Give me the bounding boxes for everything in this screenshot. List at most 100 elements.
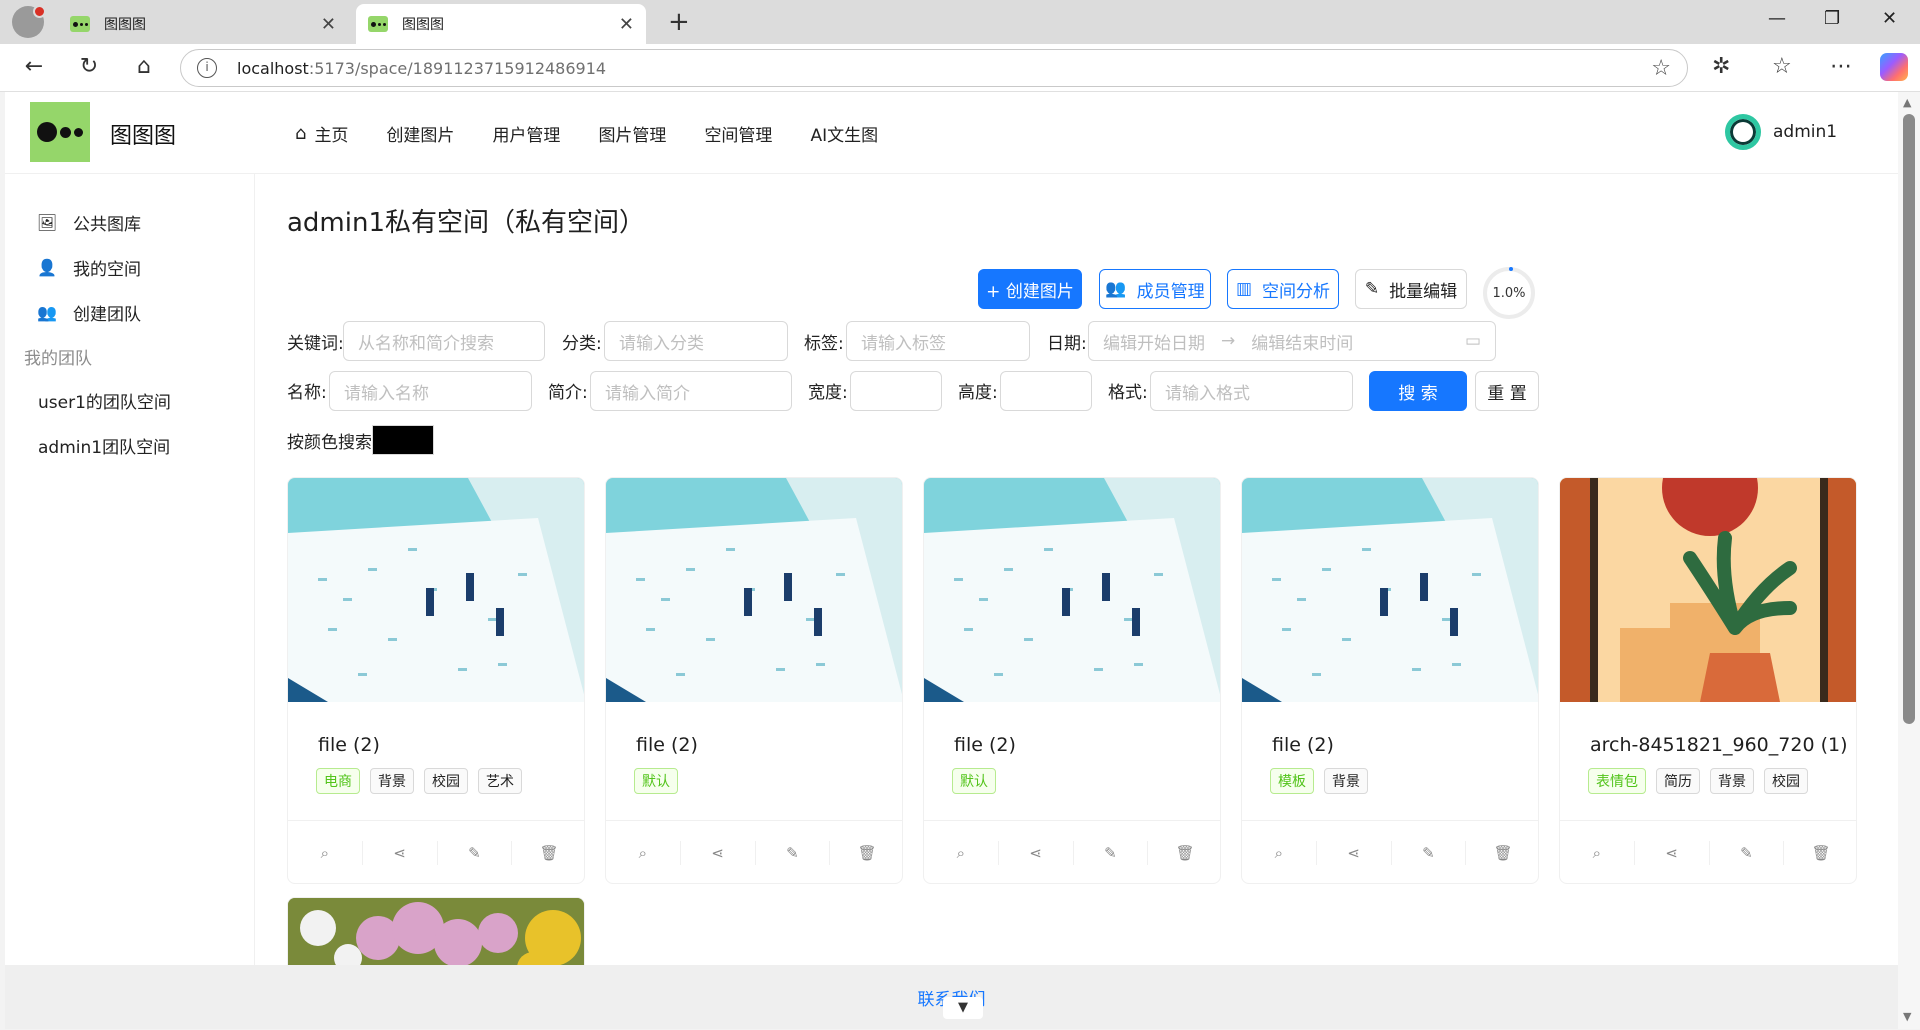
search-icon[interactable]: ⌕ (1560, 841, 1635, 865)
date-end-input[interactable]: 编辑结束时间 (1251, 329, 1353, 354)
format-input[interactable]: 请输入格式 (1150, 371, 1353, 411)
minimize-icon[interactable]: — (1768, 8, 1786, 29)
site-info-icon[interactable]: i (197, 58, 217, 78)
picture-thumbnail[interactable] (1242, 478, 1538, 702)
restore-icon[interactable]: ❐ (1824, 8, 1840, 29)
user-icon: 👤 (37, 258, 57, 277)
edit-icon[interactable]: ✎ (438, 841, 513, 865)
share-icon[interactable]: ⋖ (363, 841, 438, 865)
width-input[interactable] (850, 371, 942, 411)
search-button[interactable]: 搜 索 (1369, 371, 1467, 411)
user-menu[interactable]: admin1 (1725, 114, 1837, 150)
name-input[interactable]: 请输入名称 (329, 371, 532, 411)
picture-card[interactable]: file (2) 默认 ⌕ ⋖ ✎ 🗑 (923, 477, 1221, 884)
calendar-icon: ▭ (1464, 331, 1481, 351)
scroll-down-arrow-icon[interactable]: ▼ (1903, 1010, 1911, 1023)
address-bar[interactable]: i localhost :5173/space/1891123715912486… (180, 49, 1688, 87)
picture-card[interactable]: file (2) 模板 背景 ⌕ ⋖ ✎ 🗑 (1241, 477, 1539, 884)
extensions-icon[interactable]: ✲ (1712, 54, 1730, 79)
tag: 艺术 (478, 768, 522, 794)
date-range-picker[interactable]: 编辑开始日期 → 编辑结束时间 ▭ (1088, 321, 1496, 361)
picture-thumbnail[interactable] (606, 478, 902, 702)
site-name[interactable]: 图图图 (110, 118, 176, 150)
close-window-icon[interactable]: ✕ (1882, 8, 1897, 29)
share-icon[interactable]: ⋖ (999, 841, 1074, 865)
avatar (1725, 114, 1761, 150)
menu-item-ai-generate[interactable]: AI文生图 (810, 121, 878, 146)
delete-icon[interactable]: 🗑 (1466, 841, 1538, 865)
picture-thumbnail[interactable] (924, 478, 1220, 702)
search-icon[interactable]: ⌕ (606, 841, 681, 865)
new-tab-icon[interactable]: + (668, 7, 690, 37)
sidebar-item-public-gallery[interactable]: 🖼 公共图库 (35, 210, 141, 235)
reset-button[interactable]: 重 置 (1475, 371, 1539, 411)
picture-tags: 模板 背景 (1270, 768, 1368, 794)
sidebar-item-team-user1[interactable]: user1的团队空间 (38, 388, 171, 413)
site-logo[interactable] (30, 102, 90, 162)
menu-item-user-manage[interactable]: 用户管理 (492, 121, 560, 146)
sidebar-item-my-space[interactable]: 👤 我的空间 (35, 255, 141, 280)
favorites-icon[interactable]: ☆ (1772, 54, 1792, 79)
picture-card[interactable]: file (2) 电商 背景 校园 艺术 ⌕ ⋖ ✎ 🗑 (287, 477, 585, 884)
search-icon[interactable]: ⌕ (288, 841, 363, 865)
intro-label: 简介: (548, 383, 588, 403)
picture-thumbnail[interactable] (288, 478, 584, 702)
tab-close-icon[interactable]: ✕ (321, 14, 336, 35)
copilot-icon[interactable] (1880, 53, 1908, 81)
height-label: 高度: (958, 383, 998, 403)
site-favicon-icon (368, 16, 388, 32)
home-icon[interactable]: ⌂ (130, 54, 158, 79)
browser-tab-1[interactable]: 图图图 ✕ (58, 4, 348, 44)
menu-item-picture-manage[interactable]: 图片管理 (598, 121, 666, 146)
tag: 校园 (424, 768, 468, 794)
edit-icon[interactable]: ✎ (756, 841, 831, 865)
delete-icon[interactable]: 🗑 (512, 841, 584, 865)
menu-item-space-manage[interactable]: 空间管理 (704, 121, 772, 146)
reload-icon[interactable]: ↻ (75, 54, 103, 79)
search-icon[interactable]: ⌕ (1242, 841, 1317, 865)
picture-name: arch-8451821_960_720 (1) (1590, 734, 1848, 756)
member-manage-button[interactable]: 👥 成员管理 (1099, 269, 1211, 309)
delete-icon[interactable]: 🗑 (1148, 841, 1220, 865)
back-icon[interactable]: ← (20, 54, 48, 79)
profile-avatar-icon[interactable] (12, 5, 46, 38)
create-picture-button[interactable]: + 创建图片 (978, 269, 1082, 309)
search-icon[interactable]: ⌕ (924, 841, 999, 865)
sidebar-item-label: 公共图库 (73, 215, 141, 235)
scroll-up-arrow-icon[interactable]: ▲ (1903, 96, 1911, 109)
sidebar-item-team-admin1[interactable]: admin1团队空间 (38, 433, 170, 458)
edit-icon[interactable]: ✎ (1392, 841, 1467, 865)
picture-card[interactable]: file (2) 默认 ⌕ ⋖ ✎ 🗑 (605, 477, 903, 884)
share-icon[interactable]: ⋖ (1635, 841, 1710, 865)
color-picker-swatch[interactable] (372, 425, 434, 455)
space-analyze-button[interactable]: ▥ 空间分析 (1227, 269, 1339, 309)
menu-item-create-picture[interactable]: 创建图片 (386, 121, 454, 146)
tab-title: 图图图 (104, 17, 146, 33)
category-select[interactable]: 请输入分类 (604, 321, 788, 361)
keyword-input[interactable]: 从名称和简介搜索 (343, 321, 545, 361)
date-start-input[interactable]: 编辑开始日期 (1103, 329, 1205, 354)
browser-tab-2[interactable]: 图图图 ✕ (356, 4, 646, 44)
more-menu-icon[interactable]: ⋯ (1830, 54, 1852, 79)
team-icon: 👥 (1105, 279, 1127, 299)
picture-thumbnail[interactable] (1560, 478, 1856, 702)
scroll-down-icon[interactable]: ▼ (943, 997, 983, 1019)
edit-icon[interactable]: ✎ (1074, 841, 1149, 865)
batch-edit-button[interactable]: ✎ 批量编辑 (1355, 269, 1467, 309)
scrollbar-thumb[interactable] (1903, 114, 1915, 724)
height-input[interactable] (1000, 371, 1092, 411)
intro-input[interactable]: 请输入简介 (590, 371, 792, 411)
tags-select[interactable]: 请输入标签 (846, 321, 1030, 361)
sidebar-item-create-team[interactable]: 👥 创建团队 (35, 300, 141, 325)
edit-icon[interactable]: ✎ (1710, 841, 1785, 865)
menu-item-home[interactable]: ⌂ 主页 (295, 121, 348, 146)
picture-card[interactable]: arch-8451821_960_720 (1) 表情包 简历 背景 校园 ⌕ … (1559, 477, 1857, 884)
delete-icon[interactable]: 🗑 (1784, 841, 1856, 865)
tag: 电商 (316, 768, 360, 794)
share-icon[interactable]: ⋖ (681, 841, 756, 865)
favorite-star-icon[interactable]: ☆ (1651, 56, 1671, 81)
page-scrollbar[interactable]: ▲ ▼ (1898, 92, 1920, 1029)
delete-icon[interactable]: 🗑 (830, 841, 902, 865)
tab-close-icon[interactable]: ✕ (619, 14, 634, 35)
share-icon[interactable]: ⋖ (1317, 841, 1392, 865)
